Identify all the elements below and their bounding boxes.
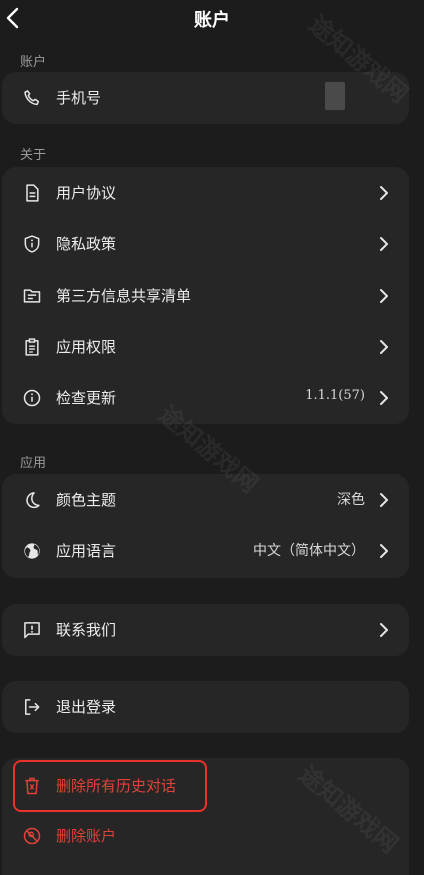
section-label-account: 账户	[20, 55, 47, 70]
color-theme-value: 深色	[337, 492, 365, 508]
folder-list-icon	[23, 289, 41, 303]
check-update-row[interactable]: 检查更新 1.1.1(57)	[2, 372, 409, 424]
delete-account-label: 删除账户	[56, 827, 117, 845]
app-language-row[interactable]: 应用语言 中文（简体中文）	[2, 525, 409, 577]
about-card: 用户协议 隐私政策 第三方信息共享清单 应用权限 检查更新 1.1.1(57)	[2, 167, 409, 424]
account-card: 手机号	[2, 72, 409, 124]
globe-icon	[24, 543, 40, 559]
phone-row[interactable]: 手机号	[2, 72, 409, 124]
chevron-right-icon	[380, 289, 388, 303]
chevron-right-icon	[380, 391, 388, 405]
color-theme-label: 颜色主题	[56, 491, 117, 509]
no-account-icon	[23, 827, 41, 845]
contact-card: 联系我们	[2, 604, 409, 656]
clipboard-icon	[25, 338, 39, 356]
privacy-policy-label: 隐私政策	[56, 235, 117, 253]
section-label-app: 应用	[20, 456, 47, 471]
contact-us-row[interactable]: 联系我们	[2, 604, 409, 656]
info-icon	[23, 389, 41, 407]
feedback-icon	[24, 622, 40, 639]
phone-label: 手机号	[56, 89, 102, 107]
chevron-right-icon	[380, 623, 388, 637]
page-title: 账户	[194, 10, 230, 31]
shield-info-icon	[24, 235, 40, 253]
version-value: 1.1.1(57)	[305, 388, 365, 403]
document-icon	[26, 184, 39, 202]
privacy-policy-row[interactable]: 隐私政策	[2, 218, 409, 270]
chevron-right-icon	[380, 544, 388, 558]
logout-icon	[25, 699, 40, 715]
logout-card: 退出登录	[2, 681, 409, 733]
app-permissions-label: 应用权限	[56, 338, 117, 356]
color-theme-row[interactable]: 颜色主题 深色	[2, 474, 409, 526]
app-card: 颜色主题 深色 应用语言 中文（简体中文）	[2, 474, 409, 578]
user-agreement-label: 用户协议	[56, 184, 117, 202]
logout-label: 退出登录	[56, 698, 117, 716]
highlight-box	[13, 760, 207, 812]
app-language-value: 中文（简体中文）	[253, 543, 365, 559]
chevron-right-icon	[380, 340, 388, 354]
chevron-right-icon	[380, 237, 388, 251]
phone-icon	[24, 90, 40, 106]
section-label-about: 关于	[20, 148, 47, 163]
third-party-list-label: 第三方信息共享清单	[56, 287, 192, 305]
logout-row[interactable]: 退出登录	[2, 681, 409, 733]
phone-number-redacted	[325, 82, 345, 110]
app-language-label: 应用语言	[56, 542, 117, 560]
user-agreement-row[interactable]: 用户协议	[2, 167, 409, 219]
moon-icon	[26, 492, 40, 509]
third-party-list-row[interactable]: 第三方信息共享清单	[2, 270, 409, 322]
chevron-right-icon	[380, 493, 388, 507]
contact-us-label: 联系我们	[56, 621, 117, 639]
chevron-right-icon	[380, 186, 388, 200]
check-update-label: 检查更新	[56, 389, 117, 407]
app-permissions-row[interactable]: 应用权限	[2, 321, 409, 373]
